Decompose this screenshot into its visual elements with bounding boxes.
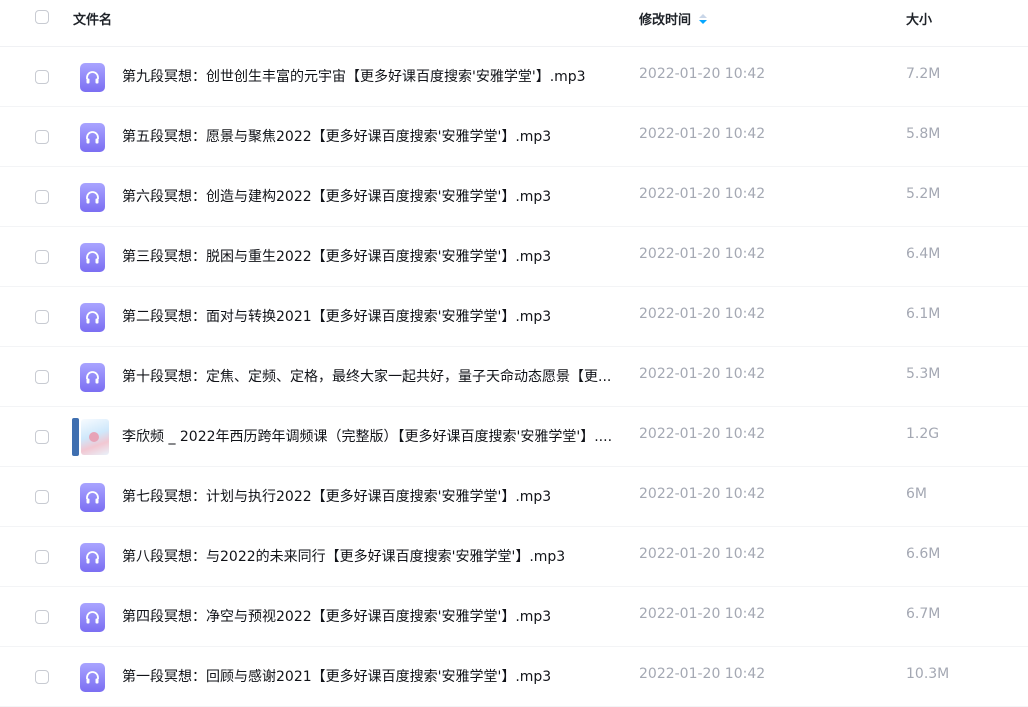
sort-icon[interactable] [699, 14, 708, 26]
row-checkbox[interactable] [35, 370, 49, 384]
column-header-name[interactable]: 文件名 [73, 9, 112, 28]
audio-file-icon [80, 543, 105, 572]
audio-file-icon [80, 483, 105, 512]
row-checkbox[interactable] [35, 250, 49, 264]
row-checkbox[interactable] [35, 310, 49, 324]
file-modified-time: 2022-01-20 10:42 [639, 306, 766, 322]
file-name-link[interactable]: 第八段冥想：与2022的未来同行【更多好课百度搜索'安雅学堂'】.mp3 [122, 546, 630, 566]
file-name-link[interactable]: 第一段冥想：回顾与感谢2021【更多好课百度搜索'安雅学堂'】.mp3 [122, 666, 630, 686]
file-size: 6.1M [906, 306, 941, 322]
audio-file-icon [80, 303, 105, 332]
audio-file-icon [80, 183, 105, 212]
row-checkbox[interactable] [35, 70, 49, 84]
file-name-link[interactable]: 第六段冥想：创造与建构2022【更多好课百度搜索'安雅学堂'】.mp3 [122, 186, 630, 206]
audio-file-icon [80, 603, 105, 632]
file-name-link[interactable]: 第四段冥想：净空与预视2022【更多好课百度搜索'安雅学堂'】.mp3 [122, 606, 630, 626]
row-checkbox[interactable] [35, 490, 49, 504]
file-icon-wrapper[interactable] [80, 483, 105, 512]
file-icon-wrapper[interactable] [80, 63, 105, 92]
table-header: 文件名 修改时间 大小 [0, 0, 1028, 47]
file-row[interactable]: 第五段冥想：愿景与聚焦2022【更多好课百度搜索'安雅学堂'】.mp3 2022-… [0, 107, 1028, 167]
file-modified-time: 2022-01-20 10:42 [639, 186, 766, 202]
file-size: 10.3M [906, 666, 950, 682]
file-modified-time: 2022-01-20 10:42 [639, 426, 766, 442]
file-table: 文件名 修改时间 大小 第九段冥想：创世创生丰富的元宇宙【更多好课百度搜索'安雅… [0, 0, 1028, 707]
file-modified-time: 2022-01-20 10:42 [639, 366, 766, 382]
file-row[interactable]: 第四段冥想：净空与预视2022【更多好课百度搜索'安雅学堂'】.mp3 2022-… [0, 587, 1028, 647]
row-checkbox[interactable] [35, 430, 49, 444]
file-modified-time: 2022-01-20 10:42 [639, 246, 766, 262]
file-row[interactable]: 第九段冥想：创世创生丰富的元宇宙【更多好课百度搜索'安雅学堂'】.mp3 2022… [0, 47, 1028, 107]
file-size: 5.2M [906, 186, 941, 202]
audio-file-icon [80, 363, 105, 392]
file-name-link[interactable]: 第五段冥想：愿景与聚焦2022【更多好课百度搜索'安雅学堂'】.mp3 [122, 126, 630, 146]
file-name-link[interactable]: 第九段冥想：创世创生丰富的元宇宙【更多好课百度搜索'安雅学堂'】.mp3 [122, 66, 630, 86]
file-row[interactable]: 第二段冥想：面对与转换2021【更多好课百度搜索'安雅学堂'】.mp3 2022-… [0, 287, 1028, 347]
column-header-modified-time[interactable]: 修改时间 [639, 9, 708, 28]
file-name-link[interactable]: 第三段冥想：脱困与重生2022【更多好课百度搜索'安雅学堂'】.mp3 [122, 246, 630, 266]
file-name-link[interactable]: 第二段冥想：面对与转换2021【更多好课百度搜索'安雅学堂'】.mp3 [122, 306, 630, 326]
file-icon-wrapper[interactable] [80, 183, 105, 212]
file-icon-wrapper[interactable] [80, 303, 105, 332]
file-modified-time: 2022-01-20 10:42 [639, 546, 766, 562]
file-row[interactable]: 第一段冥想：回顾与感谢2021【更多好课百度搜索'安雅学堂'】.mp3 2022-… [0, 647, 1028, 707]
file-row[interactable]: 第八段冥想：与2022的未来同行【更多好课百度搜索'安雅学堂'】.mp3 2022… [0, 527, 1028, 587]
audio-file-icon [80, 123, 105, 152]
file-icon-wrapper[interactable] [80, 243, 105, 272]
file-row[interactable]: 第三段冥想：脱困与重生2022【更多好课百度搜索'安雅学堂'】.mp3 2022-… [0, 227, 1028, 287]
file-row[interactable]: 李欣频 _ 2022年西历跨年调频课（完整版）【更多好课百度搜索'安雅学堂'】.… [0, 407, 1028, 467]
file-size: 6.6M [906, 546, 941, 562]
row-checkbox[interactable] [35, 610, 49, 624]
column-header-size[interactable]: 大小 [906, 9, 932, 28]
row-checkbox[interactable] [35, 550, 49, 564]
file-modified-time: 2022-01-20 10:42 [639, 666, 766, 682]
file-size: 5.8M [906, 126, 941, 142]
audio-file-icon [80, 63, 105, 92]
file-list: 第九段冥想：创世创生丰富的元宇宙【更多好课百度搜索'安雅学堂'】.mp3 2022… [0, 47, 1028, 707]
file-row[interactable]: 第六段冥想：创造与建构2022【更多好课百度搜索'安雅学堂'】.mp3 2022-… [0, 167, 1028, 227]
file-size: 6M [906, 486, 927, 502]
file-row[interactable]: 第十段冥想：定焦、定频、定格，最终大家一起共好，量子天命动态愿景【更... 202… [0, 347, 1028, 407]
file-size: 6.7M [906, 606, 941, 622]
file-size: 1.2G [906, 426, 940, 442]
file-icon-wrapper[interactable] [80, 603, 105, 632]
file-name-link[interactable]: 第十段冥想：定焦、定频、定格，最终大家一起共好，量子天命动态愿景【更... [122, 366, 630, 386]
file-size: 5.3M [906, 366, 941, 382]
file-name-link[interactable]: 李欣频 _ 2022年西历跨年调频课（完整版）【更多好课百度搜索'安雅学堂'】.… [122, 426, 630, 446]
file-icon-wrapper[interactable] [80, 363, 105, 392]
row-checkbox[interactable] [35, 670, 49, 684]
audio-file-icon [80, 243, 105, 272]
file-modified-time: 2022-01-20 10:42 [639, 606, 766, 622]
column-header-modified-time-label: 修改时间 [639, 13, 692, 28]
row-checkbox[interactable] [35, 130, 49, 144]
file-modified-time: 2022-01-20 10:42 [639, 486, 766, 502]
file-icon-wrapper[interactable] [80, 663, 105, 692]
audio-file-icon [80, 663, 105, 692]
row-checkbox[interactable] [35, 190, 49, 204]
file-icon-wrapper[interactable] [80, 123, 105, 152]
file-modified-time: 2022-01-20 10:42 [639, 66, 766, 82]
file-icon-wrapper[interactable] [80, 543, 105, 572]
file-modified-time: 2022-01-20 10:42 [639, 126, 766, 142]
file-size: 6.4M [906, 246, 941, 262]
select-all-checkbox[interactable] [35, 10, 49, 24]
file-row[interactable]: 第七段冥想：计划与执行2022【更多好课百度搜索'安雅学堂'】.mp3 2022-… [0, 467, 1028, 527]
file-name-link[interactable]: 第七段冥想：计划与执行2022【更多好课百度搜索'安雅学堂'】.mp3 [122, 486, 630, 506]
file-size: 7.2M [906, 66, 941, 82]
video-thumbnail-icon[interactable] [72, 418, 110, 456]
